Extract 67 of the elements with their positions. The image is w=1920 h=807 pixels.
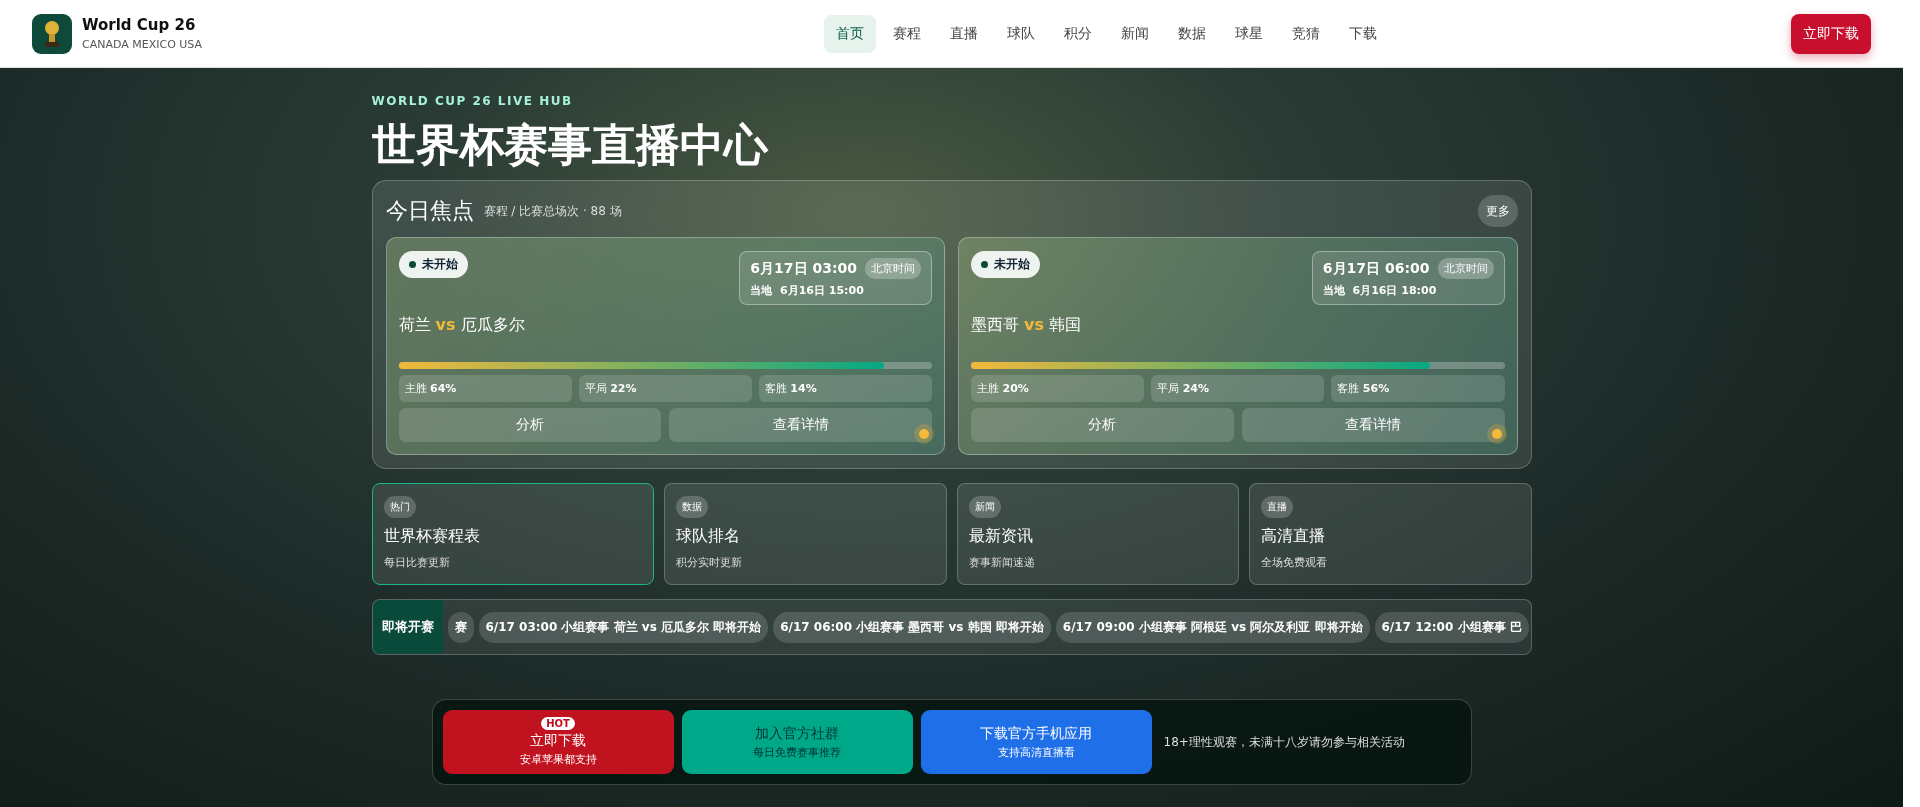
nav-tab[interactable]: 首页 [824, 14, 876, 53]
odds-chip: 客胜 14% [758, 375, 932, 402]
feature-title: 最新资讯 [968, 526, 1033, 547]
kickoff-time: 6月17日 03:00 [750, 259, 857, 278]
promo-button[interactable]: HOT 立即下载 安卓苹果都支持 [442, 710, 674, 774]
promo-button[interactable]: 下载官方手机应用 支持高清直播看 [920, 710, 1152, 774]
nav-tab[interactable]: 赛程 [881, 14, 933, 53]
feature-title: 世界杯赛程表 [383, 526, 480, 547]
nav-tab[interactable]: 下载 [1337, 14, 1389, 53]
nav-tab[interactable]: 积分 [1052, 14, 1104, 53]
feature-tag: 新闻 [968, 496, 1001, 518]
feature-tag: 数据 [676, 496, 708, 518]
nav-tab[interactable]: 数据 [1166, 14, 1218, 53]
ticker-item[interactable]: 6/17 12:00 小组赛事 巴 [1374, 611, 1529, 643]
timezone-badge: 北京时间 [1437, 258, 1494, 279]
odds-chip: 客胜 56% [1331, 375, 1505, 402]
feature-description: 赛事新闻速递 [968, 555, 1035, 570]
hero-title: 世界杯赛事直播中心 [371, 118, 770, 172]
hero-eyebrow: WORLD CUP 26 LIVE HUB [371, 94, 574, 108]
trophy-logo-icon [32, 13, 72, 54]
match-button[interactable]: 分析 [398, 408, 662, 442]
local-time: 当地 6月16日 15:00 [750, 283, 865, 298]
nav-tab[interactable]: 新闻 [1109, 14, 1161, 53]
status-dot-icon [1486, 424, 1507, 444]
ticker-item[interactable]: 6/17 06:00 小组赛事 墨西哥 vs 韩国 即将开始 [773, 611, 1051, 643]
ticker-item[interactable]: 6/17 03:00 小组赛事 荷兰 vs 厄瓜多尔 即将开始 [478, 611, 769, 643]
brand-name: World Cup 26 [82, 16, 197, 34]
nav-tab[interactable]: 竞猜 [1280, 14, 1332, 53]
panel-subtitle: 赛程 / 比赛总场次 · 88 场 [483, 202, 623, 220]
kickoff-time: 6月17日 06:00 [1322, 259, 1430, 278]
match-teams: 荷兰 vs 厄瓜多尔 [398, 315, 526, 336]
feature-description: 每日比赛更新 [383, 555, 450, 570]
nav-tab[interactable]: 球星 [1223, 14, 1275, 53]
disclaimer-text: 18+理性观赛，未满十八岁请勿参与相关活动 [1163, 733, 1405, 751]
more-button[interactable]: 更多 [1477, 195, 1518, 227]
local-time: 当地 6月16日 18:00 [1322, 283, 1438, 298]
status-badge: 未开始 [971, 251, 1040, 278]
odds-chip: 平局 24% [1151, 375, 1325, 402]
brand-tagline: CANADA MEXICO USA [82, 38, 203, 51]
odds-chip: 主胜 20% [971, 375, 1145, 402]
feature-card[interactable]: 新闻 最新资讯 赛事新闻速递 [956, 483, 1239, 585]
nav-tab[interactable]: 直播 [938, 14, 990, 53]
match-teams: 墨西哥 vs 韩国 [971, 315, 1083, 336]
odds-chip: 主胜 64% [398, 375, 572, 402]
feature-description: 全场免费观看 [1261, 555, 1327, 570]
feature-title: 高清直播 [1261, 526, 1325, 547]
download-button[interactable]: 立即下载 [1791, 13, 1871, 54]
feature-title: 球队排名 [676, 526, 740, 547]
status-badge: 未开始 [398, 251, 468, 278]
feature-tag: 热门 [383, 496, 416, 518]
match-button[interactable]: 查看详情 [669, 408, 932, 442]
match-button[interactable]: 分析 [971, 408, 1234, 442]
feature-card[interactable]: 热门 世界杯赛程表 每日比赛更新 [371, 483, 654, 585]
ticker-item[interactable]: 6/17 09:00 小组赛事 阿根廷 vs 阿尔及利亚 即将开始 [1055, 611, 1370, 643]
feature-card[interactable]: 直播 高清直播 全场免费观看 [1249, 483, 1532, 585]
odds-chip: 平局 22% [578, 375, 752, 402]
feature-description: 积分实时更新 [676, 555, 742, 570]
nav-tab[interactable]: 球队 [995, 14, 1047, 53]
status-dot-icon [914, 424, 934, 444]
feature-card[interactable]: 数据 球队排名 积分实时更新 [664, 483, 947, 585]
promo-button[interactable]: 加入官方社群 每日免费赛事推荐 [681, 710, 913, 774]
feature-tag: 直播 [1261, 496, 1293, 518]
match-button[interactable]: 查看详情 [1241, 408, 1505, 442]
timezone-badge: 北京时间 [865, 258, 921, 279]
panel-title: 今日焦点 [385, 197, 474, 225]
ticker-label: 即将开赛 [372, 600, 443, 654]
ticker-item[interactable]: 赛 [447, 611, 474, 643]
